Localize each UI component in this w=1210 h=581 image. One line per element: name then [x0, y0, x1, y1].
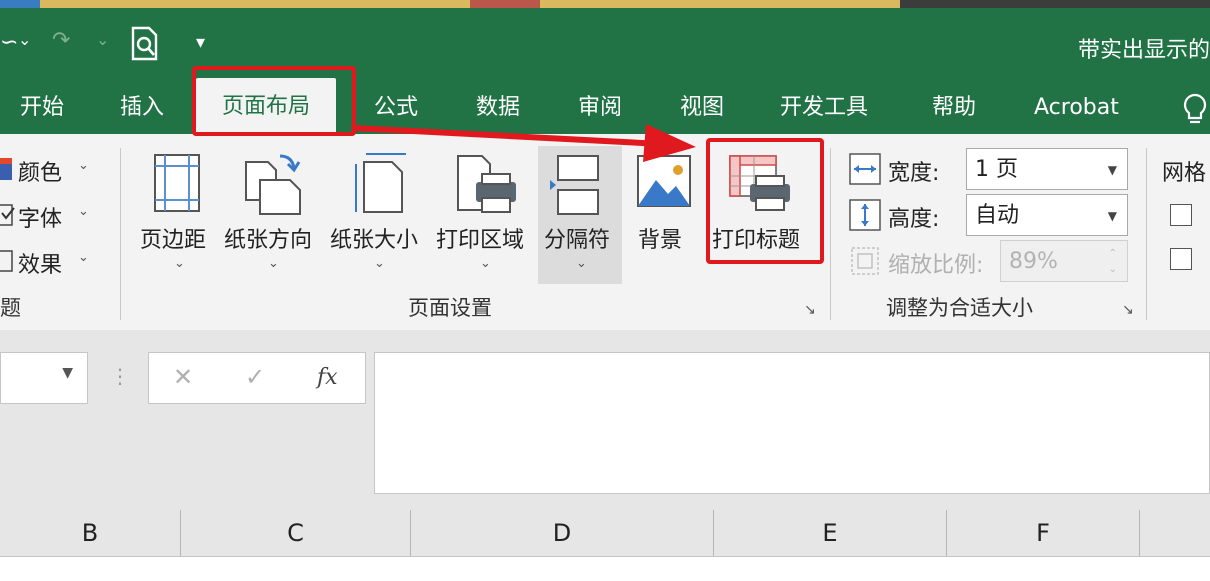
name-box[interactable]: ▼ [0, 352, 88, 404]
highlight-box-print-titles [706, 138, 824, 264]
tab-help[interactable]: 帮助 [932, 86, 976, 130]
tab-insert[interactable]: 插入 [120, 86, 164, 130]
chevron-down-icon[interactable]: ⌄ [268, 256, 279, 271]
background-button[interactable]: 背景 [638, 222, 682, 254]
chevron-down-icon[interactable]: ⌄ [78, 250, 89, 265]
customize-qat-icon[interactable]: ▾ [196, 32, 205, 53]
highlight-box-page-layout [192, 66, 356, 136]
scale-dialog-launcher-icon[interactable]: ↘ [1122, 302, 1134, 318]
column-header-f[interactable]: F [947, 510, 1139, 556]
theme-colors-button[interactable]: 颜色 [18, 155, 62, 187]
height-select[interactable]: 自动 ▼ [966, 194, 1128, 236]
chevron-down-icon: ▼ [1107, 209, 1117, 223]
breaks-button[interactable]: 分隔符 [544, 222, 610, 254]
theme-fonts-button[interactable]: 字体 [18, 201, 62, 233]
height-label: 高度: [888, 207, 940, 232]
undo-dropdown-icon[interactable]: ⌄ [18, 30, 31, 49]
print-area-button[interactable]: 打印区域 [436, 222, 524, 254]
height-select-value: 自动 [975, 203, 1020, 228]
gridlines-header: 网格 [1162, 161, 1207, 186]
arrow-annotation [350, 118, 710, 168]
chevron-down-icon[interactable]: ⌄ [78, 158, 89, 173]
group-separator [830, 148, 831, 320]
column-header-d[interactable]: D [411, 510, 713, 556]
formula-buttons: ✕ ✓ fx [148, 352, 366, 404]
colors-icon [0, 158, 16, 180]
margins-icon [152, 152, 202, 214]
redo-icon[interactable]: ↷ [52, 28, 70, 53]
gridlines-print-checkbox[interactable] [1170, 248, 1192, 270]
chevron-down-icon: ▼ [1107, 163, 1117, 177]
chevron-down-icon[interactable]: ⌄ [576, 256, 587, 271]
page-setup-dialog-launcher-icon[interactable]: ↘ [804, 302, 816, 318]
scale-to-fit-group-label: 调整为合适大小 [886, 296, 1033, 320]
chevron-down-icon[interactable]: ⌄ [480, 256, 491, 271]
scale-icon [850, 246, 880, 276]
page-setup-group-label: 页面设置 [408, 296, 492, 320]
column-header-e[interactable]: E [714, 510, 946, 556]
redo-dropdown-icon[interactable]: ⌄ [96, 30, 109, 49]
width-select-value: 1 页 [975, 157, 1018, 182]
spin-down-icon: ⌄ [1108, 264, 1117, 275]
print-preview-icon[interactable] [130, 26, 160, 62]
column-header-c[interactable]: C [181, 510, 410, 556]
formula-input[interactable] [374, 352, 1210, 494]
width-label: 宽度: [888, 161, 940, 186]
scale-label: 缩放比例: [888, 253, 984, 278]
undo-icon[interactable]: ∽ [0, 30, 18, 55]
width-select[interactable]: 1 页 ▼ [966, 148, 1128, 190]
chevron-down-icon[interactable]: ⌄ [174, 256, 185, 271]
chevron-down-icon: ▼ [62, 365, 73, 381]
scale-spinner-value: 89% [1009, 249, 1058, 274]
scale-spinner[interactable]: 89% ⌃ ⌄ [1000, 240, 1128, 282]
cell-row[interactable] [0, 556, 1210, 581]
themes-group-label: 题 [0, 296, 21, 320]
window-title: 带实出显示的 [1077, 38, 1210, 63]
enter-icon[interactable]: ✓ [245, 363, 265, 391]
lightbulb-icon[interactable] [1180, 92, 1210, 126]
column-header-b[interactable]: B [0, 510, 180, 556]
width-icon [848, 152, 882, 186]
effects-icon [0, 250, 16, 272]
cancel-icon[interactable]: ✕ [173, 363, 193, 391]
gridlines-view-checkbox[interactable] [1170, 204, 1192, 226]
orientation-icon [242, 150, 306, 216]
tab-acrobat[interactable]: Acrobat [1034, 86, 1119, 130]
orientation-button[interactable]: 纸张方向 [224, 222, 312, 254]
chevron-down-icon[interactable]: ⌄ [78, 204, 89, 219]
desktop-strip [0, 0, 1210, 8]
height-icon [848, 198, 882, 232]
tab-developer[interactable]: 开发工具 [780, 86, 868, 130]
formula-bar-splitter[interactable]: ⋮ [110, 364, 130, 388]
chevron-down-icon[interactable]: ⌄ [374, 256, 385, 271]
group-separator [120, 148, 121, 320]
tab-home[interactable]: 开始 [20, 86, 64, 130]
insert-function-icon[interactable]: fx [317, 365, 338, 390]
fonts-icon [0, 204, 16, 226]
margins-button[interactable]: 页边距 [140, 222, 206, 254]
group-separator [1146, 148, 1147, 320]
paper-size-button[interactable]: 纸张大小 [330, 222, 418, 254]
theme-effects-button[interactable]: 效果 [18, 247, 62, 279]
